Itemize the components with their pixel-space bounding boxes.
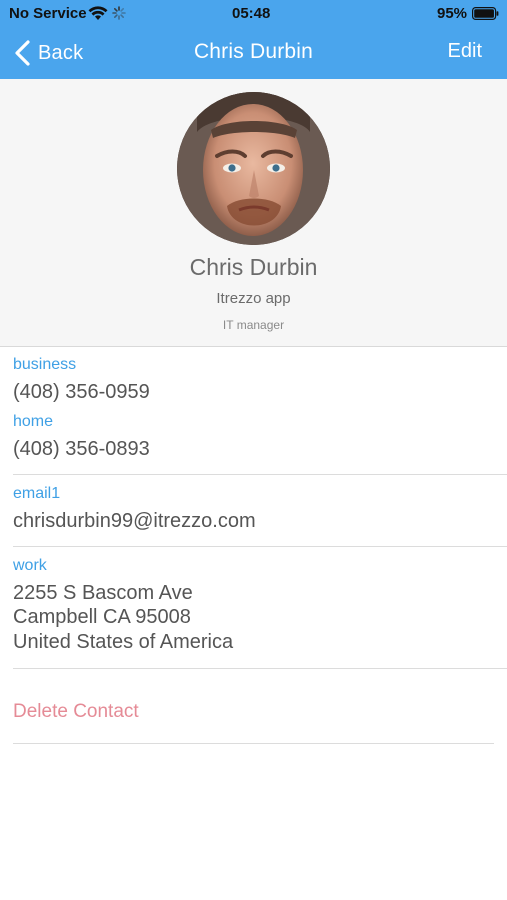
chevron-left-icon xyxy=(15,40,30,66)
address-line-2[interactable]: Campbell CA 95008 xyxy=(13,605,191,629)
back-label: Back xyxy=(38,41,84,64)
phone-value-home[interactable]: (408) 356-0893 xyxy=(13,437,150,461)
avatar-photo xyxy=(177,92,330,245)
avatar xyxy=(177,92,330,245)
wifi-icon xyxy=(88,6,108,20)
contact-job-title: IT manager xyxy=(222,318,285,332)
delete-contact-button[interactable]: Delete Contact xyxy=(13,701,139,723)
address-label: work xyxy=(13,557,47,574)
loading-spinner-icon xyxy=(112,6,126,20)
navigation-bar: Back Chris Durbin Edit xyxy=(0,28,507,79)
carrier-label: No Service xyxy=(9,5,87,22)
address-line-3[interactable]: United States of America xyxy=(13,630,233,654)
edit-button[interactable]: Edit xyxy=(448,40,482,63)
status-time: 05:48 xyxy=(232,5,271,22)
phone-value-business[interactable]: (408) 356-0959 xyxy=(13,380,150,404)
divider xyxy=(13,743,494,744)
top-bar: No Service 05:48 95% Back Chris Durbin E… xyxy=(0,0,507,79)
contact-detail-screen: No Service 05:48 95% Back Chris Durbin E… xyxy=(0,0,507,900)
profile-header: Chris Durbin Itrezzo app IT manager xyxy=(0,79,507,347)
address-line-1[interactable]: 2255 S Bascom Ave xyxy=(13,581,193,605)
battery-icon xyxy=(472,7,499,20)
divider xyxy=(13,668,507,669)
divider xyxy=(13,474,507,475)
contact-company: Itrezzo app xyxy=(216,290,291,307)
phone-label-business: business xyxy=(13,356,77,373)
battery-percent: 95% xyxy=(437,5,468,22)
email-label: email1 xyxy=(13,485,61,502)
back-button[interactable]: Back xyxy=(14,39,83,67)
divider xyxy=(13,546,507,547)
email-value[interactable]: chrisdurbin99@itrezzo.com xyxy=(13,509,256,533)
contact-name: Chris Durbin xyxy=(189,254,318,280)
status-bar: No Service 05:48 95% xyxy=(0,0,507,28)
phone-label-home: home xyxy=(13,413,54,430)
